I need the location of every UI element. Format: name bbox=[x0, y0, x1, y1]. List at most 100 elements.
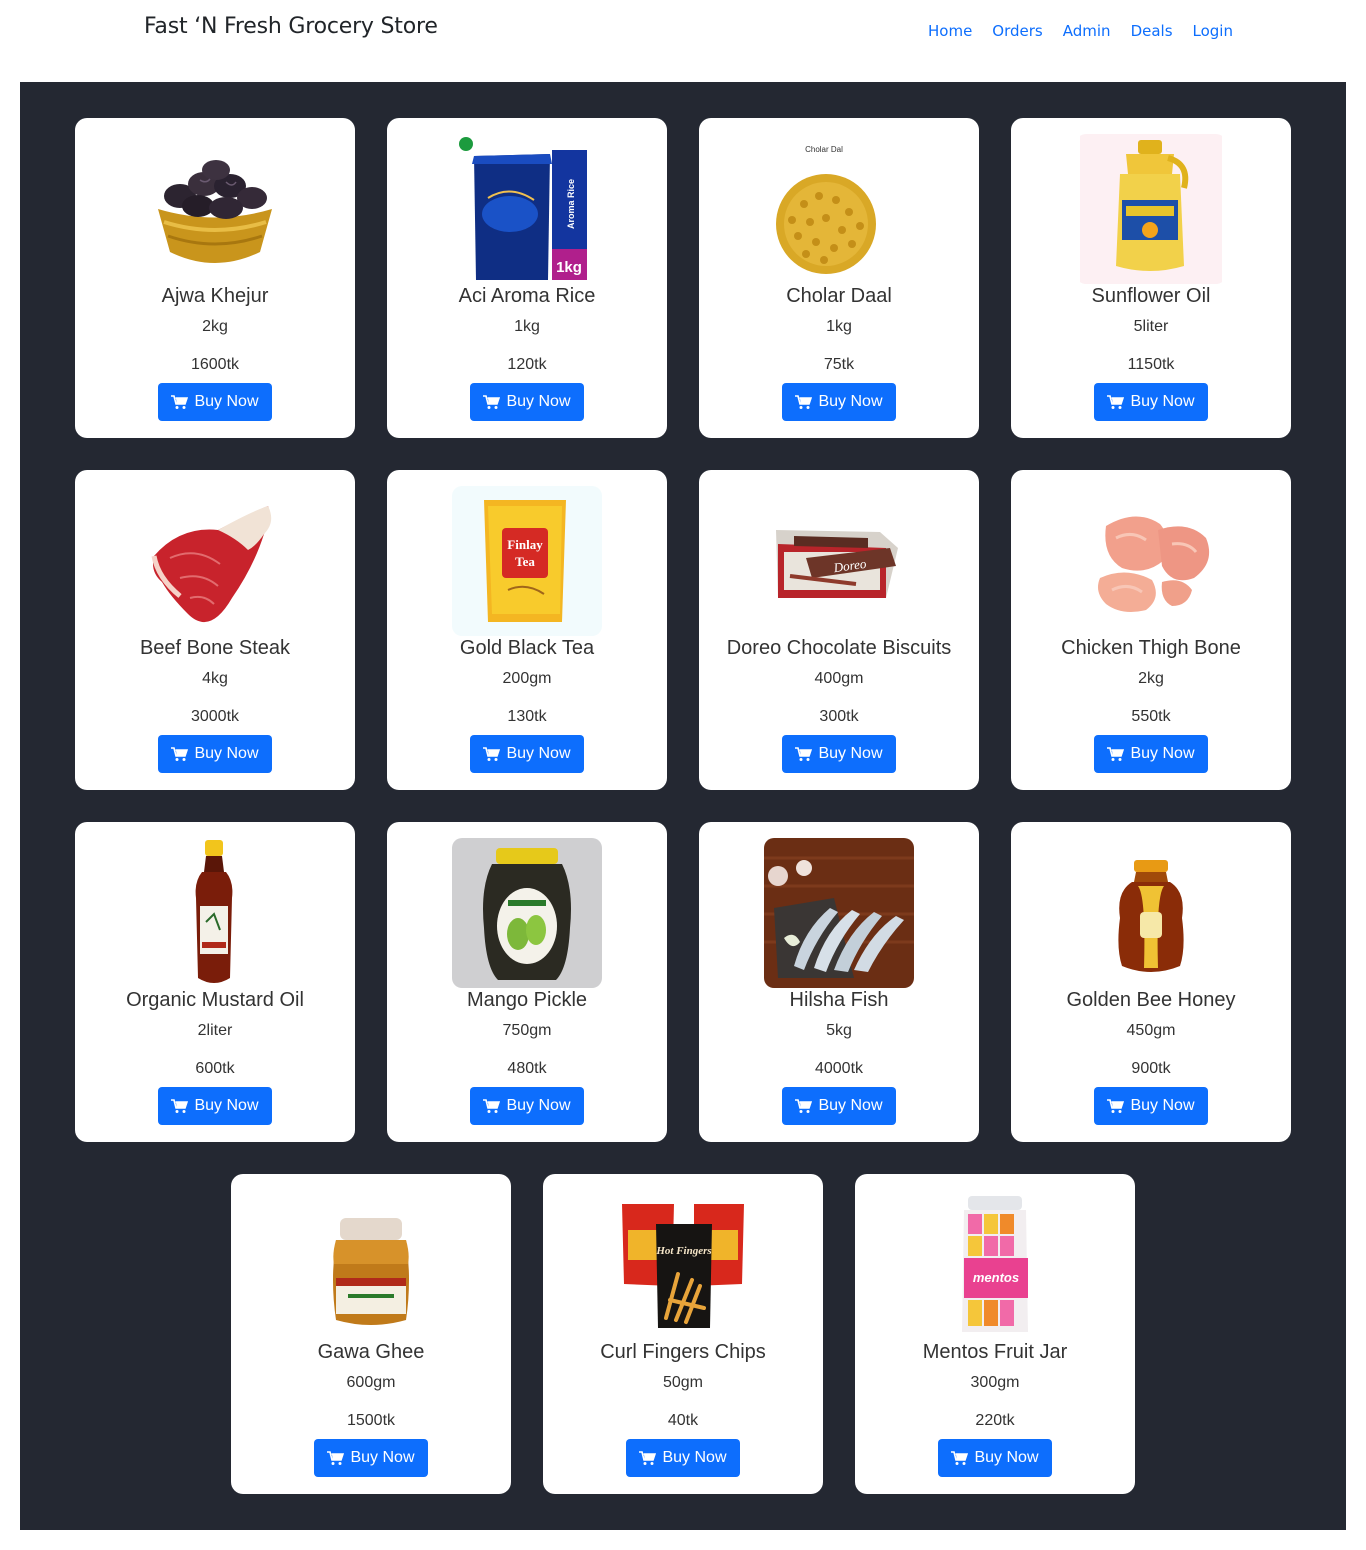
product-name: Aci Aroma Rice bbox=[458, 285, 596, 307]
buy-now-label: Buy Now bbox=[662, 1449, 727, 1466]
svg-text:1kg: 1kg bbox=[556, 259, 582, 276]
product-card: Sunflower Oil 5liter 1150tk Buy Now bbox=[1011, 118, 1291, 438]
product-quantity: 5kg bbox=[826, 1022, 852, 1039]
product-quantity: 4kg bbox=[202, 670, 228, 687]
product-price: 600tk bbox=[195, 1060, 235, 1077]
rice-bag-icon: 1kg Aroma Rice bbox=[452, 134, 602, 284]
buy-now-label: Buy Now bbox=[818, 1097, 883, 1114]
biscuit-box-icon: Doreo bbox=[764, 486, 914, 636]
product-price: 40tk bbox=[667, 1412, 699, 1429]
svg-text:Tea: Tea bbox=[515, 554, 535, 569]
product-name: Golden Bee Honey bbox=[1066, 989, 1236, 1011]
product-name: Organic Mustard Oil bbox=[126, 989, 304, 1011]
product-name: Doreo Chocolate Biscuits bbox=[726, 637, 952, 659]
buy-now-button[interactable]: Buy Now bbox=[938, 1439, 1052, 1477]
svg-text:Aroma Rice: Aroma Rice bbox=[566, 179, 576, 229]
nav-home-link[interactable]: Home bbox=[928, 22, 972, 40]
cart-icon bbox=[1107, 746, 1125, 762]
product-card: Mango Pickle 750gm 480tk Buy Now bbox=[387, 822, 667, 1142]
cart-icon bbox=[951, 1450, 969, 1466]
product-name: Curl Fingers Chips bbox=[600, 1341, 766, 1363]
product-quantity: 200gm bbox=[502, 670, 552, 687]
candy-jar-icon: mentos bbox=[920, 1190, 1070, 1340]
nav-deals-link[interactable]: Deals bbox=[1131, 22, 1173, 40]
product-price: 550tk bbox=[1131, 708, 1171, 725]
product-quantity: 50gm bbox=[662, 1374, 704, 1391]
steak-icon bbox=[140, 486, 290, 636]
buy-now-button[interactable]: Buy Now bbox=[1094, 1087, 1208, 1125]
product-price: 300tk bbox=[819, 708, 859, 725]
buy-now-button[interactable]: Buy Now bbox=[314, 1439, 428, 1477]
buy-now-label: Buy Now bbox=[818, 393, 883, 410]
product-price: 1500tk bbox=[346, 1412, 396, 1429]
product-quantity: 2liter bbox=[197, 1022, 233, 1039]
product-name: Cholar Daal bbox=[786, 285, 892, 307]
buy-now-label: Buy Now bbox=[506, 393, 571, 410]
cart-icon bbox=[483, 394, 501, 410]
nav-admin-link[interactable]: Admin bbox=[1063, 22, 1111, 40]
product-quantity: 1kg bbox=[514, 318, 540, 335]
nav-orders-link[interactable]: Orders bbox=[992, 22, 1042, 40]
product-name: Hilsha Fish bbox=[789, 989, 889, 1011]
top-navbar: Fast ‘N Fresh Grocery Store Home Orders … bbox=[0, 0, 1366, 62]
product-name: Mango Pickle bbox=[466, 989, 588, 1011]
product-quantity: 400gm bbox=[814, 670, 864, 687]
buy-now-label: Buy Now bbox=[1130, 745, 1195, 762]
product-name: Gawa Ghee bbox=[317, 1341, 425, 1363]
buy-now-button[interactable]: Buy Now bbox=[158, 383, 272, 421]
product-name: Gold Black Tea bbox=[459, 637, 595, 659]
product-quantity: 5liter bbox=[1133, 318, 1169, 335]
product-price: 480tk bbox=[507, 1060, 547, 1077]
pickle-jar-icon bbox=[452, 838, 602, 988]
nav-login-link[interactable]: Login bbox=[1193, 22, 1233, 40]
buy-now-label: Buy Now bbox=[194, 393, 259, 410]
product-price: 1150tk bbox=[1127, 356, 1175, 373]
product-card: Hot Fingers Curl Fingers Chips 50gm 40tk… bbox=[543, 1174, 823, 1494]
product-price: 120tk bbox=[507, 356, 547, 373]
svg-text:Finlay: Finlay bbox=[507, 537, 543, 552]
product-grid: Ajwa Khejur 2kg 1600tk Buy Now 1kg Aroma… bbox=[20, 82, 1346, 1530]
buy-now-label: Buy Now bbox=[350, 1449, 415, 1466]
buy-now-label: Buy Now bbox=[818, 745, 883, 762]
buy-now-button[interactable]: Buy Now bbox=[1094, 383, 1208, 421]
lentils-icon: Cholar Dal bbox=[764, 134, 914, 284]
fish-icon bbox=[764, 838, 914, 988]
dates-bowl-icon bbox=[140, 134, 290, 284]
nav-links: Home Orders Admin Deals Login bbox=[928, 22, 1233, 40]
buy-now-label: Buy Now bbox=[1130, 393, 1195, 410]
product-quantity: 750gm bbox=[502, 1022, 552, 1039]
product-card: 1kg Aroma Rice Aci Aroma Rice 1kg 120tk … bbox=[387, 118, 667, 438]
buy-now-button[interactable]: Buy Now bbox=[158, 735, 272, 773]
product-card: Ajwa Khejur 2kg 1600tk Buy Now bbox=[75, 118, 355, 438]
cart-icon bbox=[795, 1098, 813, 1114]
buy-now-label: Buy Now bbox=[506, 745, 571, 762]
product-card: Hilsha Fish 5kg 4000tk Buy Now bbox=[699, 822, 979, 1142]
buy-now-button[interactable]: Buy Now bbox=[158, 1087, 272, 1125]
product-card: Beef Bone Steak 4kg 3000tk Buy Now bbox=[75, 470, 355, 790]
buy-now-button[interactable]: Buy Now bbox=[470, 1087, 584, 1125]
buy-now-label: Buy Now bbox=[506, 1097, 571, 1114]
product-quantity: 300gm bbox=[970, 1374, 1020, 1391]
product-card: mentos Mentos Fruit Jar 300gm 220tk Buy … bbox=[855, 1174, 1135, 1494]
product-card: Cholar Dal Cholar Daal 1kg 75tk Buy Now bbox=[699, 118, 979, 438]
product-price: 900tk bbox=[1131, 1060, 1171, 1077]
product-name: Beef Bone Steak bbox=[139, 637, 291, 659]
buy-now-button[interactable]: Buy Now bbox=[782, 383, 896, 421]
honey-jar-icon bbox=[1076, 838, 1226, 988]
cart-icon bbox=[171, 746, 189, 762]
product-price: 220tk bbox=[975, 1412, 1015, 1429]
cart-icon bbox=[795, 746, 813, 762]
svg-text:mentos: mentos bbox=[973, 1270, 1019, 1285]
buy-now-button[interactable]: Buy Now bbox=[1094, 735, 1208, 773]
buy-now-button[interactable]: Buy Now bbox=[782, 1087, 896, 1125]
product-name: Ajwa Khejur bbox=[161, 285, 269, 307]
buy-now-button[interactable]: Buy Now bbox=[470, 735, 584, 773]
product-price: 75tk bbox=[823, 356, 855, 373]
buy-now-button[interactable]: Buy Now bbox=[626, 1439, 740, 1477]
buy-now-label: Buy Now bbox=[194, 1097, 259, 1114]
product-price: 3000tk bbox=[190, 708, 240, 725]
product-price: 1600tk bbox=[190, 356, 240, 373]
brand-title[interactable]: Fast ‘N Fresh Grocery Store bbox=[144, 14, 438, 39]
buy-now-button[interactable]: Buy Now bbox=[470, 383, 584, 421]
buy-now-button[interactable]: Buy Now bbox=[782, 735, 896, 773]
